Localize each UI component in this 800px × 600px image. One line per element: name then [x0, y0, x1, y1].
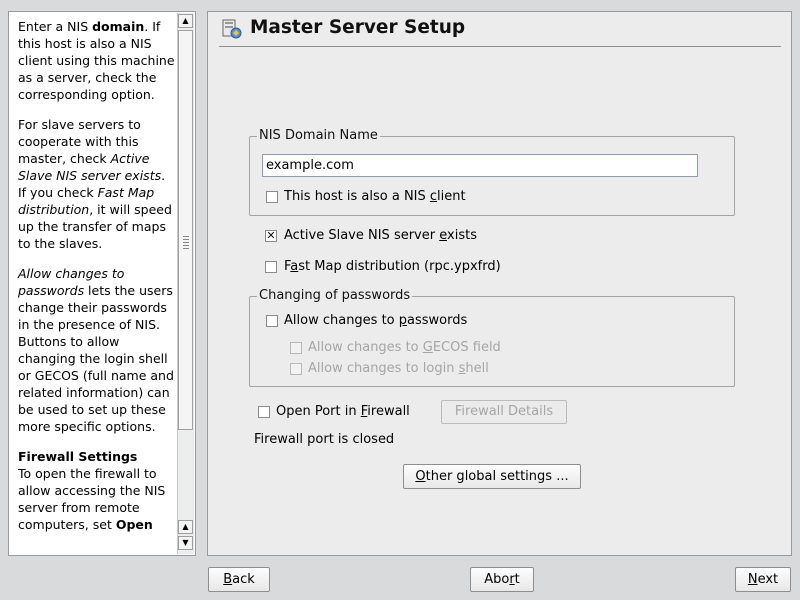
help-paragraph-passwords: Allow changes to passwords lets the user…: [18, 266, 174, 434]
back-button[interactable]: Back: [208, 567, 270, 592]
passwords-legend: Changing of passwords: [257, 288, 413, 304]
active-slave-checkbox[interactable]: ✕: [265, 230, 277, 242]
allow-shell-label[interactable]: Allow changes to login shell: [308, 361, 489, 377]
scroll-thumb[interactable]: [178, 30, 193, 430]
nis-client-checkbox[interactable]: [266, 191, 278, 203]
help-panel: Enter a NIS domain. If this host is also…: [8, 11, 196, 556]
scroll-down-icon[interactable]: ▼: [178, 536, 193, 550]
help-scrollbar[interactable]: ▲ ▲ ▼: [177, 13, 194, 554]
other-global-settings-button[interactable]: Other global settings ...: [403, 464, 581, 489]
open-port-checkbox[interactable]: [258, 406, 270, 418]
firewall-status: Firewall port is closed: [254, 432, 395, 447]
server-setup-icon: [222, 19, 242, 39]
open-port-label[interactable]: Open Port in Firewall: [276, 404, 410, 420]
title-divider: [219, 46, 781, 47]
nis-domain-legend: NIS Domain Name: [257, 128, 380, 144]
allow-shell-checkbox[interactable]: [290, 363, 302, 375]
next-button[interactable]: Next: [735, 567, 791, 592]
active-slave-label[interactable]: Active Slave NIS server exists: [284, 228, 477, 244]
help-paragraph-domain: Enter a NIS domain. If this host is also…: [18, 19, 175, 102]
allow-passwords-checkbox[interactable]: [266, 315, 278, 327]
fast-map-label[interactable]: Fast Map distribution (rpc.ypxfrd): [284, 259, 501, 275]
passwords-group: Changing of passwords Allow changes to p…: [249, 288, 735, 387]
scroll-up-icon[interactable]: ▲: [178, 14, 193, 28]
page-title: Master Server Setup: [250, 17, 466, 38]
allow-gecos-checkbox[interactable]: [290, 342, 302, 354]
nis-domain-input[interactable]: [262, 154, 698, 177]
help-paragraph-firewall: Firewall Settings To open the firewall to…: [18, 449, 166, 532]
main-panel: Master Server Setup NIS Domain Name This…: [207, 11, 792, 556]
firewall-details-button[interactable]: Firewall Details: [441, 400, 567, 424]
help-text: Enter a NIS domain. If this host is also…: [18, 18, 176, 546]
nis-client-label[interactable]: This host is also a NIS client: [284, 189, 466, 205]
help-paragraph-slaves: For slave servers to cooperate with this…: [18, 117, 172, 251]
fast-map-checkbox[interactable]: [265, 261, 277, 273]
nis-domain-group: NIS Domain Name This host is also a NIS …: [249, 128, 735, 216]
allow-gecos-label[interactable]: Allow changes to GECOS field: [308, 340, 501, 356]
grip-icon: [183, 236, 189, 250]
allow-passwords-label[interactable]: Allow changes to passwords: [284, 313, 467, 329]
scroll-up-icon-lower[interactable]: ▲: [178, 520, 193, 534]
abort-button[interactable]: Abort: [470, 567, 534, 592]
checkmark-icon: ✕: [266, 229, 276, 242]
